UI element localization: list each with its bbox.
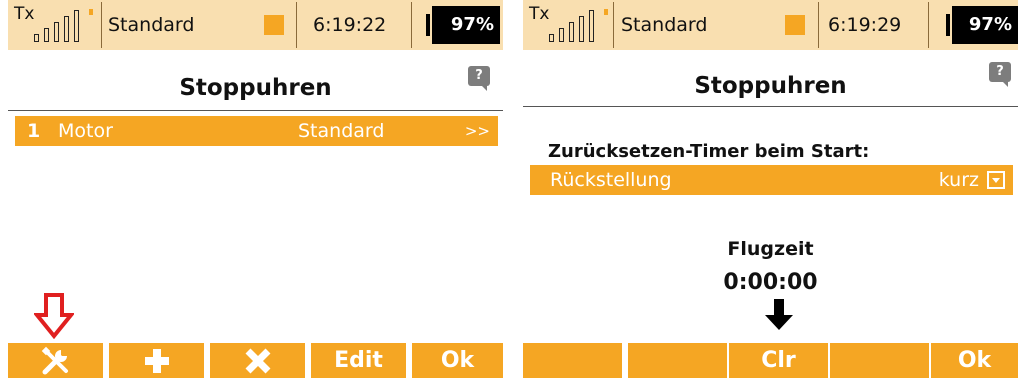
flight-time-label: Flugzeit bbox=[727, 238, 814, 260]
status-divider bbox=[613, 2, 614, 48]
status-square-icon bbox=[785, 15, 805, 35]
signal-bar-icon bbox=[569, 22, 574, 42]
reset-label: Rückstellung bbox=[550, 169, 672, 191]
clear-button[interactable]: Clr bbox=[729, 343, 828, 378]
tx-label: Tx bbox=[529, 4, 550, 24]
timer-name: Motor bbox=[58, 120, 113, 142]
function-key-1[interactable] bbox=[523, 343, 622, 378]
status-bar: Tx Standard 6:19:22 97% bbox=[8, 0, 503, 50]
status-bar: Tx Standard 6:19:29 97% bbox=[523, 0, 1018, 50]
stopwatch-list-screen: Tx Standard 6:19:22 97% Stoppuhren ? 1 M… bbox=[8, 0, 503, 378]
edit-button[interactable]: Edit bbox=[311, 343, 406, 378]
signal-bar-icon bbox=[44, 28, 49, 42]
wrench-icon bbox=[41, 346, 68, 375]
ok-button[interactable]: Ok bbox=[931, 343, 1018, 378]
status-divider bbox=[928, 2, 929, 48]
title-divider bbox=[8, 110, 503, 111]
signal-bar-icon bbox=[54, 22, 59, 42]
plus-icon bbox=[144, 349, 169, 373]
flight-time-value: 0:00:00 bbox=[723, 270, 818, 295]
signal-bar-icon bbox=[549, 34, 554, 42]
tx-signal: Tx bbox=[529, 6, 611, 44]
title-divider bbox=[523, 106, 1018, 107]
help-icon[interactable]: ? bbox=[468, 66, 490, 91]
x-icon bbox=[245, 348, 270, 374]
battery-tip-icon bbox=[946, 14, 950, 36]
signal-bar-icon bbox=[559, 28, 564, 42]
help-icon[interactable]: ? bbox=[989, 62, 1011, 87]
signal-bar-icon bbox=[74, 10, 79, 42]
model-name: Standard bbox=[621, 14, 708, 36]
timer-value: Standard bbox=[298, 120, 385, 142]
function-key-4[interactable] bbox=[830, 343, 929, 378]
function-key-bar: Edit Ok bbox=[8, 343, 503, 378]
page-title: Stoppuhren bbox=[694, 73, 847, 99]
clock: 6:19:29 bbox=[828, 14, 902, 36]
stopwatch-settings-screen: Tx Standard 6:19:29 97% Stoppuhren ? Zur… bbox=[523, 0, 1018, 378]
delete-button[interactable] bbox=[210, 343, 305, 378]
add-button[interactable] bbox=[109, 343, 204, 378]
chevron-icon: >> bbox=[464, 122, 490, 140]
black-down-arrow-icon bbox=[765, 299, 793, 330]
tx-label: Tx bbox=[14, 4, 35, 24]
function-key-2[interactable] bbox=[628, 343, 727, 378]
dropdown-icon[interactable] bbox=[987, 171, 1005, 189]
red-down-arrow-icon bbox=[34, 293, 74, 339]
page-title: Stoppuhren bbox=[179, 75, 332, 101]
signal-bar-icon bbox=[34, 34, 39, 42]
tx-signal: Tx bbox=[14, 6, 96, 44]
status-divider bbox=[818, 2, 819, 48]
signal-bar-icon bbox=[579, 16, 584, 42]
status-square-icon bbox=[264, 15, 284, 35]
signal-bar-icon bbox=[64, 16, 69, 42]
function-key-bar: Clr Ok bbox=[523, 343, 1018, 378]
model-name: Standard bbox=[108, 14, 195, 36]
status-divider bbox=[101, 2, 102, 48]
ok-button[interactable]: Ok bbox=[412, 343, 503, 378]
battery-indicator: 97% bbox=[432, 6, 500, 44]
signal-bar-icon bbox=[589, 10, 594, 42]
clock: 6:19:22 bbox=[313, 14, 387, 36]
battery-tip-icon bbox=[426, 14, 430, 36]
section-heading: Zurücksetzen-Timer beim Start: bbox=[548, 141, 870, 162]
reset-setting-row[interactable]: Rückstellung kurz bbox=[530, 165, 1013, 195]
status-divider bbox=[411, 2, 412, 48]
signal-indicator-icon bbox=[604, 9, 608, 15]
signal-indicator-icon bbox=[89, 9, 93, 15]
list-item-timer[interactable]: 1 Motor Standard >> bbox=[15, 116, 498, 146]
status-divider bbox=[296, 2, 297, 48]
reset-value: kurz bbox=[938, 169, 979, 191]
battery-indicator: 97% bbox=[952, 6, 1018, 44]
tools-button[interactable] bbox=[8, 343, 103, 378]
timer-index: 1 bbox=[27, 120, 41, 142]
